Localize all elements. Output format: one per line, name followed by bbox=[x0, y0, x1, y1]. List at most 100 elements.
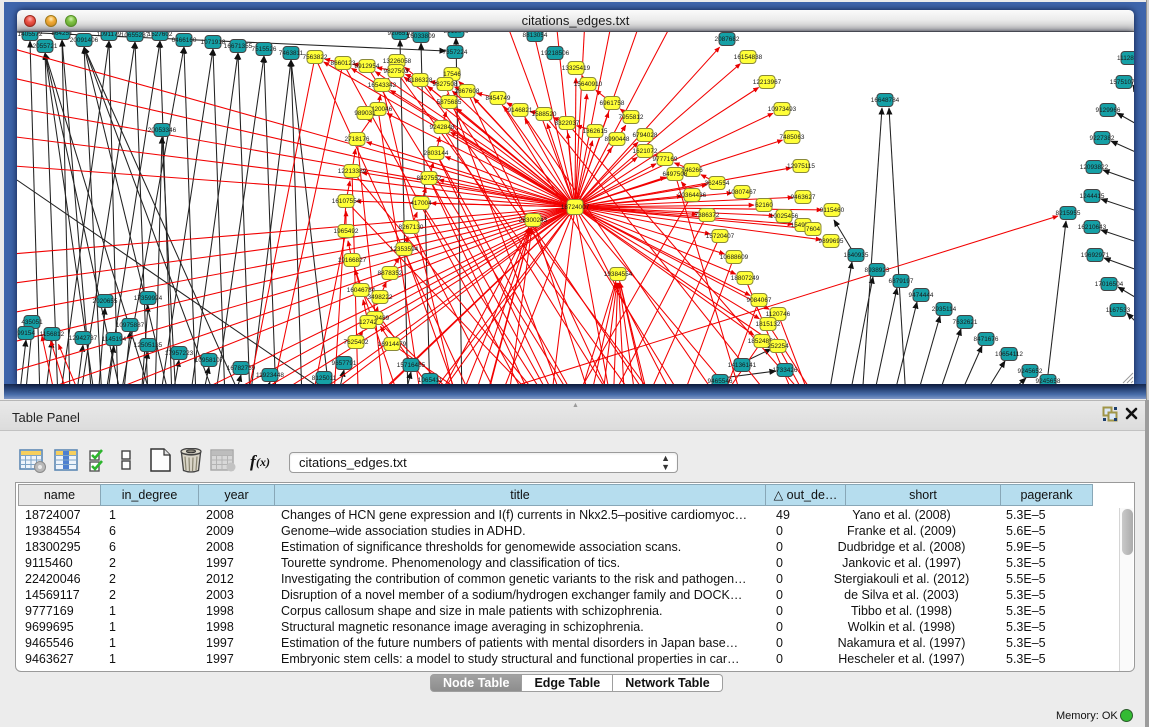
svg-text:13325419: 13325419 bbox=[562, 65, 591, 72]
svg-text:2055721: 2055721 bbox=[33, 43, 58, 50]
svg-text:8427552: 8427552 bbox=[417, 175, 442, 182]
svg-text:8878352: 8878352 bbox=[378, 270, 403, 277]
svg-text:16782759: 16782759 bbox=[227, 365, 256, 372]
svg-text:1156812: 1156812 bbox=[40, 331, 65, 338]
svg-text:2718176: 2718176 bbox=[345, 136, 370, 143]
svg-text:7563822: 7563822 bbox=[303, 54, 328, 61]
svg-text:1965492: 1965492 bbox=[334, 228, 359, 235]
svg-text:10655287: 10655287 bbox=[121, 32, 150, 39]
svg-text:9245658: 9245658 bbox=[1036, 378, 1061, 383]
svg-text:18807249: 18807249 bbox=[731, 275, 760, 282]
svg-text:3624554: 3624554 bbox=[705, 180, 730, 187]
svg-text:417004: 417004 bbox=[410, 200, 432, 207]
svg-text:19166827: 19166827 bbox=[338, 257, 367, 264]
svg-text:8454749: 8454749 bbox=[486, 95, 511, 102]
svg-text:12093822: 12093822 bbox=[1080, 164, 1109, 171]
svg-text:16033809: 16033809 bbox=[407, 33, 436, 40]
svg-text:1112846: 1112846 bbox=[1117, 55, 1134, 62]
svg-text:12213967: 12213967 bbox=[753, 79, 782, 86]
svg-text:17016504: 17016504 bbox=[1095, 281, 1124, 288]
svg-text:1071918: 1071918 bbox=[201, 39, 226, 46]
svg-text:12505135: 12505135 bbox=[134, 342, 163, 349]
svg-text:7357224: 7357224 bbox=[443, 49, 468, 56]
svg-text:19384554: 19384554 bbox=[604, 271, 633, 278]
svg-text:8215955: 8215955 bbox=[1056, 210, 1081, 217]
svg-text:10688609: 10688609 bbox=[720, 254, 749, 261]
svg-text:12975115: 12975115 bbox=[787, 163, 815, 170]
svg-text:10654112: 10654112 bbox=[995, 351, 1023, 358]
svg-text:8125011: 8125011 bbox=[312, 375, 337, 382]
svg-text:2087682: 2087682 bbox=[715, 36, 740, 43]
svg-text:252254: 252254 bbox=[767, 343, 789, 350]
svg-text:10807467: 10807467 bbox=[728, 189, 757, 196]
svg-text:9657791: 9657791 bbox=[332, 360, 357, 367]
svg-text:14136141: 14136141 bbox=[728, 362, 757, 369]
svg-text:8990448: 8990448 bbox=[605, 136, 630, 143]
svg-text:16648784: 16648784 bbox=[871, 97, 900, 104]
svg-text:9146821: 9146821 bbox=[508, 107, 533, 114]
svg-text:2020655: 2020655 bbox=[93, 298, 118, 305]
svg-text:1065411: 1065411 bbox=[418, 377, 443, 383]
svg-text:15751074: 15751074 bbox=[1110, 79, 1134, 86]
svg-text:8660123: 8660123 bbox=[331, 60, 356, 67]
svg-text:16046784: 16046784 bbox=[347, 287, 376, 294]
svg-text:62160: 62160 bbox=[755, 202, 773, 209]
svg-text:7604: 7604 bbox=[806, 226, 821, 233]
svg-text:16543342: 16543342 bbox=[368, 82, 397, 89]
svg-text:19692971: 19692971 bbox=[1081, 252, 1110, 259]
svg-text:15716485: 15716485 bbox=[397, 362, 426, 369]
svg-text:8938923: 8938923 bbox=[865, 267, 890, 274]
svg-text:1640935: 1640935 bbox=[844, 252, 869, 259]
svg-text:20364436: 20364436 bbox=[678, 192, 707, 199]
svg-text:19218506: 19218506 bbox=[541, 50, 570, 57]
svg-text:3498222: 3498222 bbox=[368, 294, 393, 301]
svg-text:6466160: 6466160 bbox=[172, 37, 197, 44]
svg-text:12213389: 12213389 bbox=[338, 168, 367, 175]
svg-text:8322037: 8322037 bbox=[555, 120, 580, 127]
svg-text:10958107: 10958107 bbox=[195, 357, 224, 364]
svg-text:10025456: 10025456 bbox=[770, 213, 799, 220]
svg-text:989031: 989031 bbox=[354, 110, 376, 117]
svg-text:9242848: 9242848 bbox=[430, 124, 455, 131]
svg-text:5875685: 5875685 bbox=[437, 99, 462, 106]
svg-text:9777169: 9777169 bbox=[653, 156, 678, 163]
svg-text:7485063: 7485063 bbox=[780, 134, 805, 141]
svg-text:12942737: 12942737 bbox=[69, 335, 98, 342]
svg-text:15720407: 15720407 bbox=[706, 233, 735, 240]
svg-text:6497508: 6497508 bbox=[663, 171, 688, 178]
svg-text:12742: 12742 bbox=[359, 319, 377, 326]
svg-text:9227382: 9227382 bbox=[1090, 135, 1115, 142]
svg-text:16210643: 16210643 bbox=[1078, 224, 1107, 231]
svg-text:9115460: 9115460 bbox=[820, 207, 845, 214]
svg-text:11923448: 11923448 bbox=[256, 372, 284, 379]
svg-text:(x): (x) bbox=[256, 455, 270, 469]
svg-text:17957223: 17957223 bbox=[165, 350, 194, 357]
svg-text:8186328: 8186328 bbox=[408, 77, 433, 84]
svg-text:1244415: 1244415 bbox=[1080, 193, 1105, 200]
svg-text:9827503: 9827503 bbox=[384, 68, 409, 75]
svg-text:20053346: 20053346 bbox=[148, 127, 177, 134]
svg-text:6961758: 6961758 bbox=[600, 100, 625, 107]
svg-text:16107554: 16107554 bbox=[332, 198, 361, 205]
svg-text:16671355: 16671355 bbox=[224, 43, 253, 50]
svg-text:99154: 99154 bbox=[17, 330, 35, 337]
svg-text:17359924: 17359924 bbox=[134, 295, 163, 302]
svg-text:2867608: 2867608 bbox=[455, 88, 480, 95]
svg-text:1588520: 1588520 bbox=[532, 111, 557, 118]
svg-text:1362615: 1362615 bbox=[583, 128, 608, 135]
svg-text:9465546: 9465546 bbox=[708, 378, 733, 383]
svg-text:8267130: 8267130 bbox=[399, 224, 424, 231]
svg-text:1621072: 1621072 bbox=[633, 148, 658, 155]
svg-text:6879197: 6879197 bbox=[889, 278, 914, 285]
svg-text:1527602: 1527602 bbox=[148, 32, 173, 38]
svg-text:1091179: 1091179 bbox=[97, 32, 122, 38]
svg-text:9474444: 9474444 bbox=[909, 292, 934, 299]
svg-text:1405572: 1405572 bbox=[18, 32, 43, 38]
svg-text:1167533: 1167533 bbox=[1106, 307, 1131, 314]
svg-text:7386372: 7386372 bbox=[695, 212, 720, 219]
svg-text:1145194: 1145194 bbox=[102, 336, 127, 343]
svg-text:8813054: 8813054 bbox=[523, 32, 548, 39]
svg-text:2803144: 2803144 bbox=[424, 150, 449, 157]
svg-text:10975887: 10975887 bbox=[116, 322, 145, 329]
svg-text:18724007: 18724007 bbox=[561, 204, 590, 211]
